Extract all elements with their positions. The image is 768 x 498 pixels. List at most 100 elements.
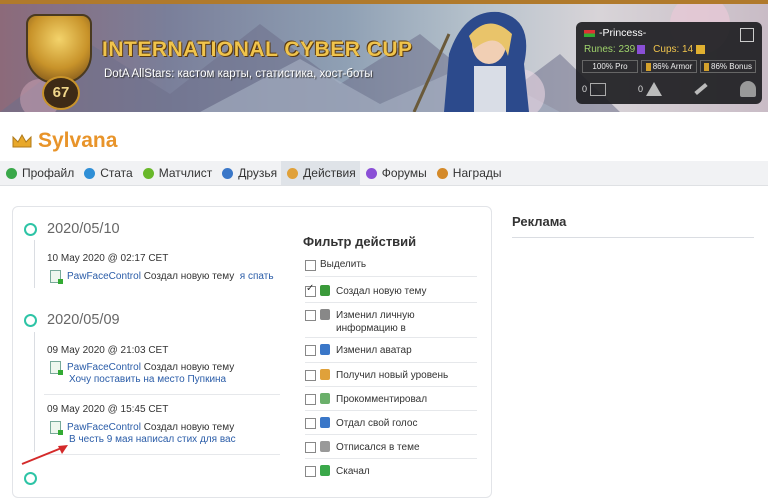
entry-topic-link[interactable]: я спать	[240, 271, 274, 282]
filter-item[interactable]: Получил новый уровень	[305, 369, 477, 382]
tab-icon	[365, 167, 377, 179]
tab-icon	[84, 167, 96, 179]
tab-4[interactable]: Действия	[281, 161, 360, 185]
entry-action: Создал новую тему	[143, 271, 235, 282]
avatar-icon	[320, 344, 330, 355]
filter-checkbox[interactable]	[305, 345, 316, 356]
wrench-icon	[694, 82, 708, 96]
filter-separator	[305, 386, 477, 387]
tab-label: Действия	[303, 166, 356, 180]
banner-title[interactable]: INTERNATIONAL CYBER CUP	[102, 38, 413, 62]
tab-2[interactable]: Матчлист	[137, 161, 217, 185]
date-header: 2020/05/10	[24, 221, 120, 237]
filter-checkbox[interactable]	[305, 310, 316, 321]
tab-3[interactable]: Друзья	[216, 161, 281, 185]
alerts-button[interactable]: 0	[638, 82, 663, 96]
filter-label: Отписался в теме	[336, 442, 420, 453]
tab-6[interactable]: Награды	[431, 161, 506, 185]
entry-time: 10 May 2020 @ 02:17 CET	[47, 253, 169, 264]
select-all-checkbox[interactable]	[305, 260, 316, 271]
filter-item[interactable]: Отписался в теме	[305, 441, 477, 454]
profile-tabs: Профайл Стата Матчлист Друзья Действия Форумы…	[0, 161, 768, 186]
filter-checkbox[interactable]	[305, 418, 316, 429]
ads-title: Реклама	[512, 214, 567, 229]
banner-subtitle: DotA AllStars: кастом карты, статистика,…	[104, 68, 373, 80]
comment-icon	[320, 393, 330, 404]
filter-select-all[interactable]: Выделить	[305, 259, 477, 271]
download-icon	[320, 465, 330, 476]
user-stats: 100% Pro 86% Armor 86% Bonus	[582, 60, 756, 73]
user-name-row[interactable]: -Princess-	[584, 27, 646, 39]
tab-label: Награды	[452, 166, 502, 180]
tab-icon	[436, 167, 448, 179]
tab-icon	[6, 167, 17, 179]
filter-checkbox[interactable]	[305, 466, 316, 477]
filter-separator	[305, 302, 477, 303]
logout-icon[interactable]	[740, 28, 754, 42]
filter-item[interactable]: Скачал	[305, 465, 477, 478]
filter-item[interactable]: Прокомментировал	[305, 393, 477, 406]
profile-button[interactable]	[739, 81, 756, 97]
level-shield-icon	[320, 369, 330, 380]
entry-action: Создал новую тему	[143, 422, 235, 433]
entry-user-link[interactable]: PawFaceControl	[67, 362, 141, 373]
filter-label: Изменил личную информацию в	[336, 310, 415, 334]
stat-armor: 86% Armor	[641, 60, 697, 73]
filter-item[interactable]: Изменил личную информацию в	[305, 309, 477, 335]
site-banner: 67 INTERNATIONAL CYBER CUP DotA AllStars…	[0, 4, 768, 112]
pencil-icon	[320, 309, 330, 320]
filter-label: Отдал свой голос	[336, 418, 418, 429]
tab-icon	[222, 167, 234, 179]
entry-topic-link[interactable]: Хочу поставить на место Пупкина	[69, 374, 226, 385]
tab-0[interactable]: Профайл	[0, 161, 78, 185]
entry-user-link[interactable]: PawFaceControl	[67, 422, 141, 433]
filter-separator	[305, 362, 477, 363]
username[interactable]: -Princess-	[599, 27, 646, 39]
entry-line: PawFaceControl Создал новую тему	[50, 421, 235, 435]
tab-icon	[142, 167, 154, 179]
tab-5[interactable]: Форумы	[360, 161, 431, 185]
filter-separator	[305, 458, 477, 459]
hero-character-art	[412, 11, 529, 112]
filter-separator	[305, 276, 477, 277]
filter-item[interactable]: Отдал свой голос	[305, 417, 477, 430]
date-label: 2020/05/10	[47, 221, 120, 237]
filter-checkbox[interactable]	[305, 370, 316, 381]
messages-button[interactable]: 0	[582, 82, 607, 96]
country-flag-icon	[584, 29, 595, 37]
entry-action: Создал новую тему	[143, 362, 235, 373]
filter-label: Прокомментировал	[336, 394, 428, 405]
entry-separator	[44, 454, 280, 455]
tab-1[interactable]: Стата	[78, 161, 136, 185]
filter-item[interactable]: Создал новую тему	[305, 283, 477, 298]
entry-user-link[interactable]: PawFaceControl	[67, 271, 141, 282]
entry-line: PawFaceControl Создал новую тему	[50, 361, 235, 375]
user-silhouette-icon	[739, 81, 756, 97]
entry-time: 09 May 2020 @ 21:03 CET	[47, 345, 169, 356]
tab-label: Матчлист	[158, 166, 213, 180]
armor-bar-icon	[645, 62, 651, 71]
runes-cups-row: Runes: 239 Cups: 14	[584, 44, 706, 55]
user-panel: -Princess- Runes: 239 Cups: 14 100% Pro 8…	[576, 22, 762, 104]
filter-checkbox[interactable]	[305, 442, 316, 453]
tab-label: Стата	[100, 166, 133, 180]
user-actions-row: 0 0	[582, 79, 756, 99]
filter-checkbox[interactable]	[305, 394, 316, 405]
filter-title: Фильтр действий	[303, 234, 417, 249]
new-topic-icon	[50, 421, 63, 435]
cups-count: Cups: 14	[653, 44, 694, 55]
warning-icon	[646, 82, 663, 96]
red-arrow-annotation	[21, 445, 68, 465]
filter-label: Изменил аватар	[336, 345, 412, 356]
entry-topic-link[interactable]: В честь 9 мая написал стих для вас	[69, 434, 236, 445]
alerts-count: 0	[638, 84, 644, 94]
tab-label: Друзья	[238, 166, 278, 180]
filter-item[interactable]: Изменил аватар	[305, 344, 477, 357]
tab-label: Форумы	[381, 166, 427, 180]
settings-button[interactable]	[694, 82, 708, 96]
vote-chart-icon	[320, 417, 330, 428]
crown-icon	[12, 134, 32, 148]
filter-checkbox[interactable]	[305, 283, 316, 297]
trophy-cup-emblem	[26, 14, 92, 84]
filter-separator	[305, 410, 477, 411]
